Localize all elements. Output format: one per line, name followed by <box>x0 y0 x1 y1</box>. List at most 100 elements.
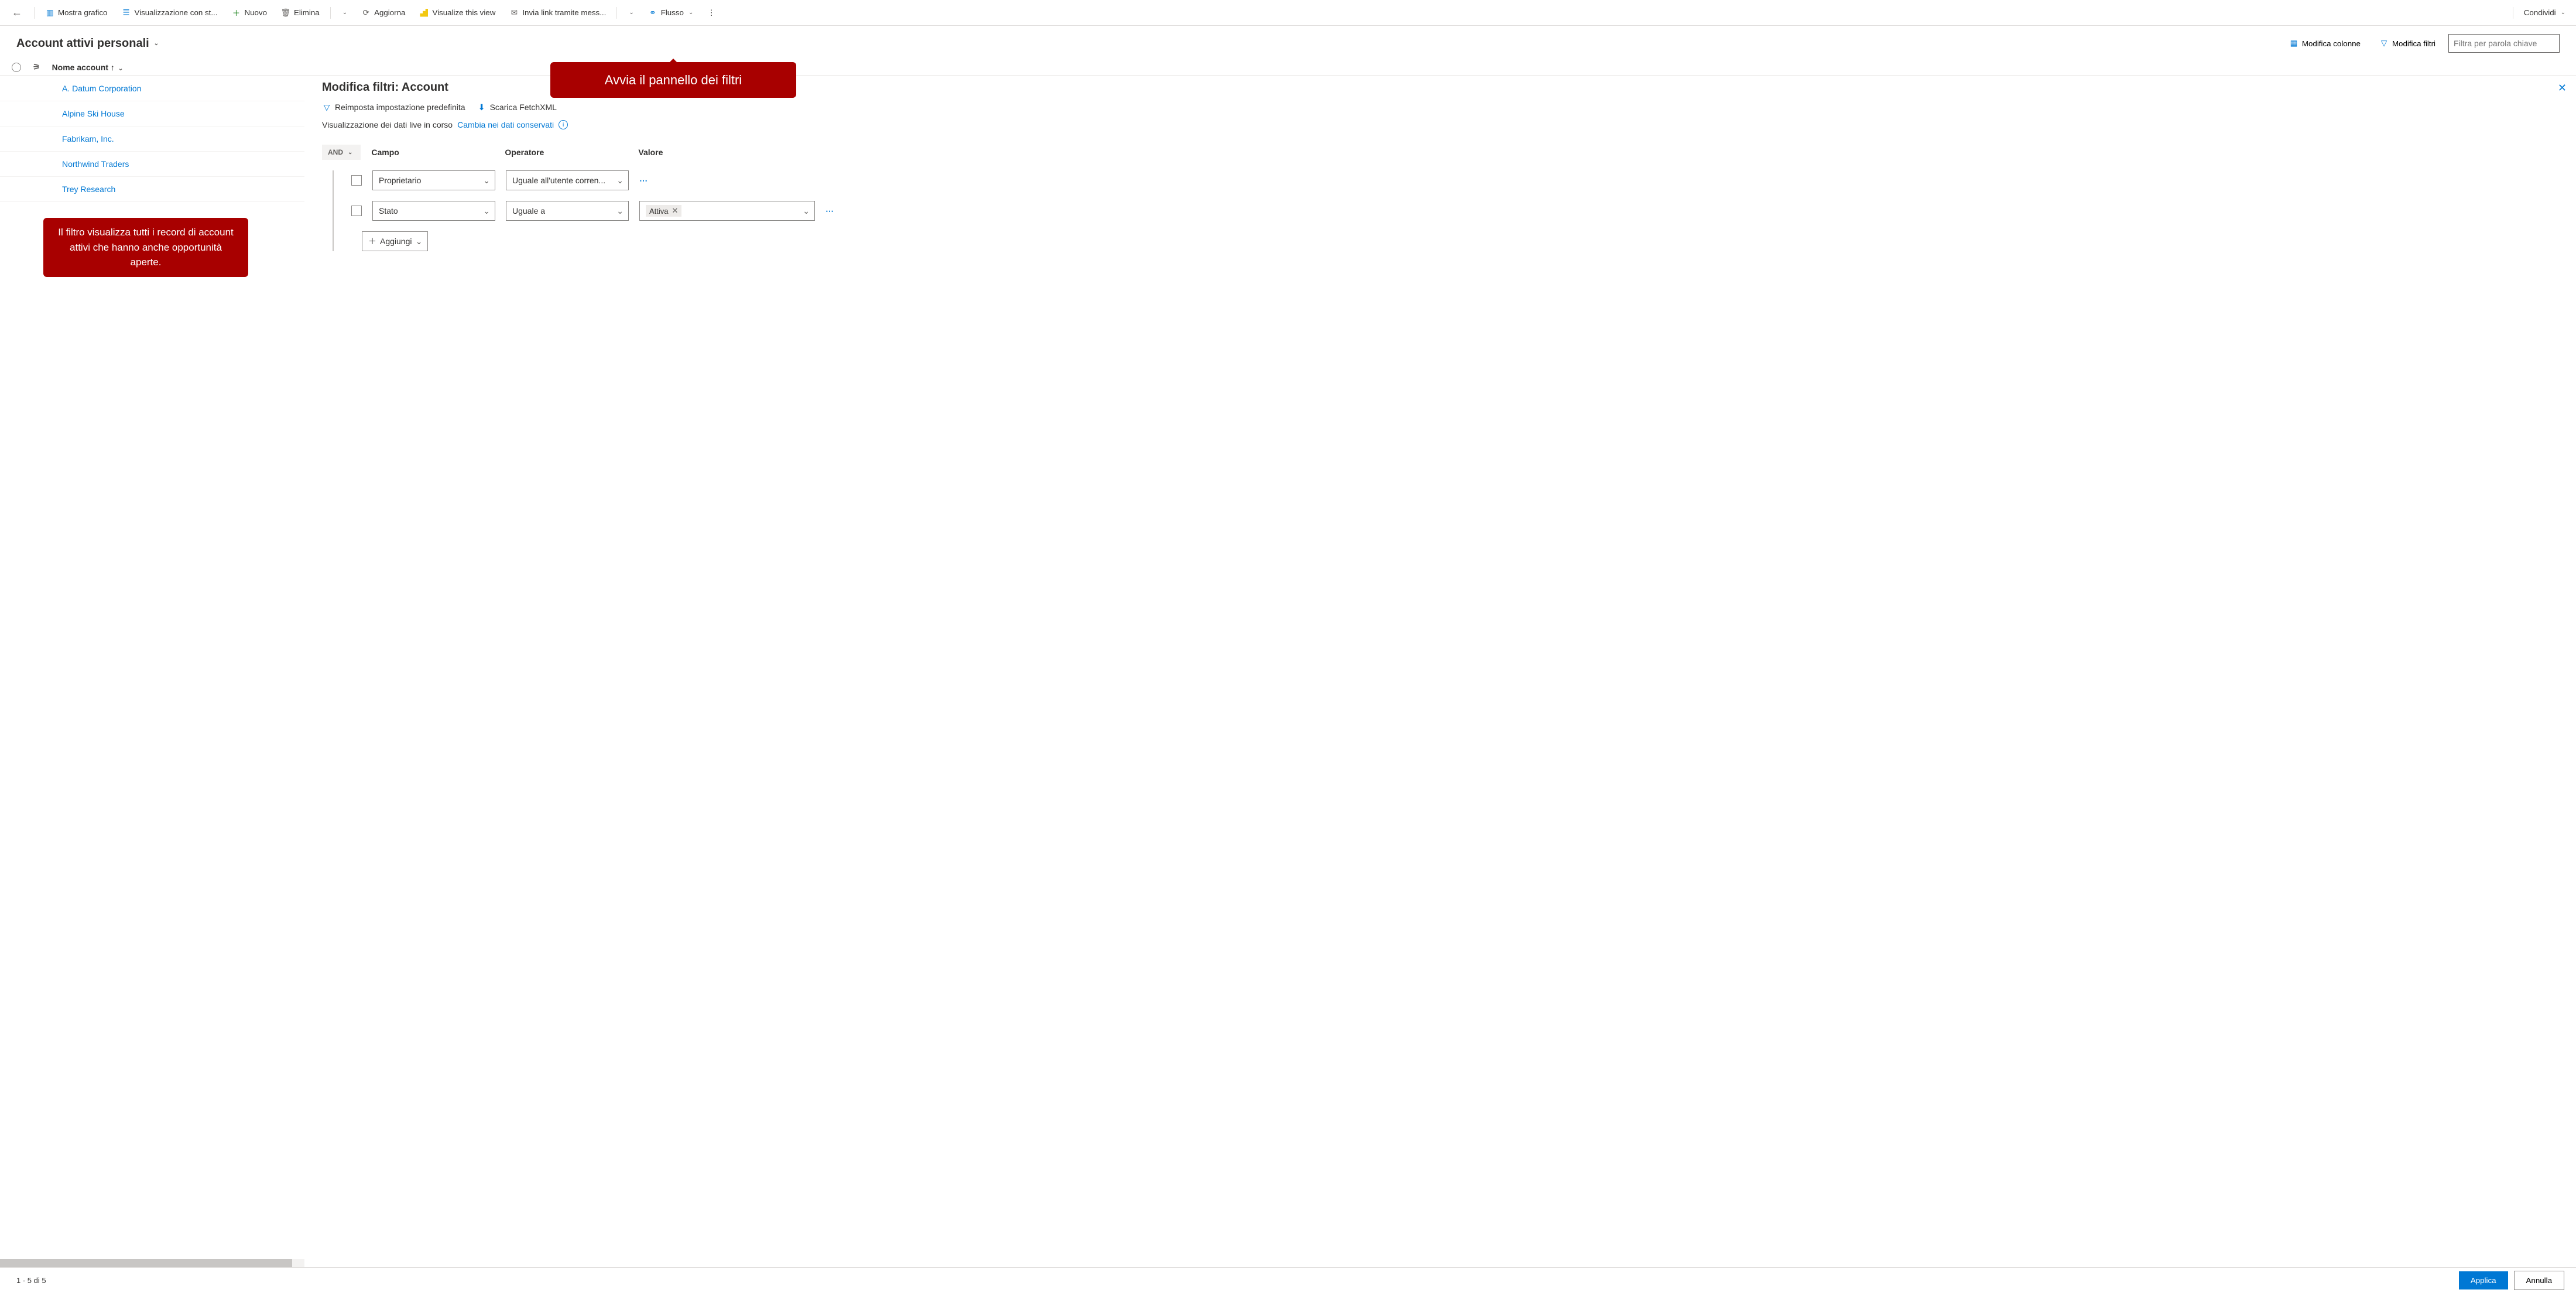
back-button[interactable]: ← <box>5 6 29 19</box>
switch-data-link[interactable]: Cambia nei dati conservati <box>457 120 554 129</box>
col-valore-header: Valore <box>638 148 814 157</box>
table-row[interactable]: Fabrikam, Inc. <box>0 126 304 152</box>
chevron-down-icon: ⌄ <box>118 66 123 72</box>
select-all-checkbox[interactable] <box>12 63 21 72</box>
powerbi-icon <box>419 8 429 18</box>
table-row[interactable]: A. Datum Corporation <box>0 76 304 101</box>
value-tag: Attiva ✕ <box>646 205 681 217</box>
field-select[interactable]: Proprietario <box>372 170 495 190</box>
live-data-text: Visualizzazione dei dati live in corso <box>322 120 453 129</box>
delete-button[interactable]: 🗑 Elimina <box>275 5 326 21</box>
content-area: A. Datum Corporation Alpine Ski House Fa… <box>0 76 2576 257</box>
footer: 1 - 5 di 5 Applica Annulla <box>0 1267 2576 1293</box>
show-chart-label: Mostra grafico <box>58 8 107 17</box>
filter-panel: Modifica filtri: Account ✕ ▽ Reimposta i… <box>304 76 2576 257</box>
new-button[interactable]: ＋ Nuovo <box>225 5 273 21</box>
new-label: Nuovo <box>244 8 267 17</box>
panel-actions: ▽ Reimposta impostazione predefinita ⬇ S… <box>322 102 2564 112</box>
list-icon: ☰ <box>121 8 131 18</box>
hierarchy-icon[interactable]: ⚞ <box>33 62 40 72</box>
delete-label: Elimina <box>294 8 320 17</box>
chevron-down-icon: ⌄ <box>154 40 159 47</box>
plus-icon: ＋ <box>368 235 376 247</box>
account-link[interactable]: A. Datum Corporation <box>62 84 141 93</box>
keyword-filter-input[interactable] <box>2448 34 2560 53</box>
refresh-icon: ⟳ <box>361 8 371 18</box>
separator <box>34 7 35 19</box>
sort-indicator: ↑ <box>111 63 115 72</box>
row-more-button[interactable]: ⋯ <box>825 206 835 216</box>
mail-icon: ✉ <box>509 8 519 18</box>
edit-columns-label: Modifica colonne <box>2302 39 2361 48</box>
filter-row: Stato Uguale a Attiva ✕ ⋯ <box>351 201 2564 221</box>
account-link[interactable]: Northwind Traders <box>62 159 129 169</box>
delete-split-button[interactable]: ⌄ <box>335 6 353 19</box>
account-link[interactable]: Fabrikam, Inc. <box>62 134 114 143</box>
edit-columns-button[interactable]: ▦ Modifica colonne <box>2283 35 2366 52</box>
account-link[interactable]: Trey Research <box>62 184 115 194</box>
reset-label: Reimposta impostazione predefinita <box>335 102 465 112</box>
view-name: Account attivi personali <box>16 37 149 50</box>
group-operator-button[interactable]: AND ⌄ <box>322 145 361 160</box>
refresh-button[interactable]: ⟳ Aggiorna <box>355 5 411 21</box>
annotation-callout-left: Il filtro visualizza tutti i record di a… <box>43 218 248 277</box>
visualization-label: Visualizzazione con st... <box>134 8 217 17</box>
apply-button[interactable]: Applica <box>2459 1271 2508 1289</box>
close-panel-button[interactable]: ✕ <box>2558 82 2567 94</box>
col-operatore-header: Operatore <box>505 148 628 157</box>
callout-text: Avvia il pannello dei filtri <box>605 73 742 87</box>
download-label: Scarica FetchXML <box>490 102 557 112</box>
live-data-row: Visualizzazione dei dati live in corso C… <box>322 120 2564 129</box>
table-row[interactable]: Trey Research <box>0 177 304 202</box>
annotation-callout-top: Avvia il pannello dei filtri <box>550 62 796 98</box>
table-row[interactable]: Alpine Ski House <box>0 101 304 126</box>
callout-text: Il filtro visualizza tutti i record di a… <box>58 227 234 268</box>
row-checkbox[interactable] <box>351 206 362 216</box>
view-header: Account attivi personali ⌄ ▦ Modifica co… <box>0 26 2576 59</box>
chart-icon: ▥ <box>45 8 54 18</box>
horizontal-scrollbar[interactable] <box>0 1259 304 1267</box>
share-button[interactable]: Condividi ⌄ <box>2518 5 2571 20</box>
table-row[interactable]: Northwind Traders <box>0 152 304 177</box>
filter-row: Proprietario Uguale all'utente corren...… <box>351 170 2564 190</box>
grid-header: ⚞ Nome account ↑ ⌄ <box>0 59 2576 76</box>
account-link[interactable]: Alpine Ski House <box>62 109 125 118</box>
visualization-button[interactable]: ☰ Visualizzazione con st... <box>115 5 223 21</box>
grid-rows: A. Datum Corporation Alpine Ski House Fa… <box>0 76 304 257</box>
email-link-button[interactable]: ✉ Invia link tramite mess... <box>503 5 612 21</box>
flow-button[interactable]: ⚭ Flusso ⌄ <box>642 5 700 21</box>
share-label: Condividi <box>2524 8 2556 17</box>
add-filter-button[interactable]: ＋ Aggiungi <box>362 231 428 251</box>
remove-tag-button[interactable]: ✕ <box>672 206 679 216</box>
operator-select[interactable]: Uguale a <box>506 201 629 221</box>
cancel-button[interactable]: Annulla <box>2514 1271 2564 1290</box>
flow-label: Flusso <box>661 8 684 17</box>
row-more-button[interactable]: ⋯ <box>639 176 649 186</box>
record-count: 1 - 5 di 5 <box>12 1276 46 1285</box>
reset-filters-button[interactable]: ▽ Reimposta impostazione predefinita <box>322 102 465 112</box>
value-select[interactable]: Attiva ✕ <box>639 201 815 221</box>
info-icon[interactable]: i <box>559 120 568 129</box>
visualize-view-button[interactable]: Visualize this view <box>413 5 501 21</box>
filter-reset-icon: ▽ <box>322 102 331 112</box>
row-checkbox[interactable] <box>351 175 362 186</box>
show-chart-button[interactable]: ▥ Mostra grafico <box>39 5 113 21</box>
overflow-button[interactable]: ⋮ <box>701 5 721 21</box>
command-bar: ← ▥ Mostra grafico ☰ Visualizzazione con… <box>0 0 2576 26</box>
separator <box>616 7 617 19</box>
filter-builder-header: AND ⌄ Campo Operatore Valore <box>322 145 2564 160</box>
plus-icon: ＋ <box>231 8 241 18</box>
email-split-button[interactable]: ⌄ <box>622 6 639 19</box>
email-link-label: Invia link tramite mess... <box>522 8 606 17</box>
separator <box>330 7 331 19</box>
refresh-label: Aggiorna <box>374 8 405 17</box>
edit-filters-label: Modifica filtri <box>2392 39 2435 48</box>
operator-select[interactable]: Uguale all'utente corren... <box>506 170 629 190</box>
flow-icon: ⚭ <box>648 8 657 18</box>
field-select[interactable]: Stato <box>372 201 495 221</box>
edit-filters-button[interactable]: ▽ Modifica filtri <box>2373 35 2441 52</box>
visualize-view-label: Visualize this view <box>432 8 495 17</box>
view-selector[interactable]: Account attivi personali ⌄ <box>16 37 159 50</box>
column-name-header[interactable]: Nome account ↑ ⌄ <box>52 63 124 72</box>
download-fetchxml-button[interactable]: ⬇ Scarica FetchXML <box>477 102 557 112</box>
